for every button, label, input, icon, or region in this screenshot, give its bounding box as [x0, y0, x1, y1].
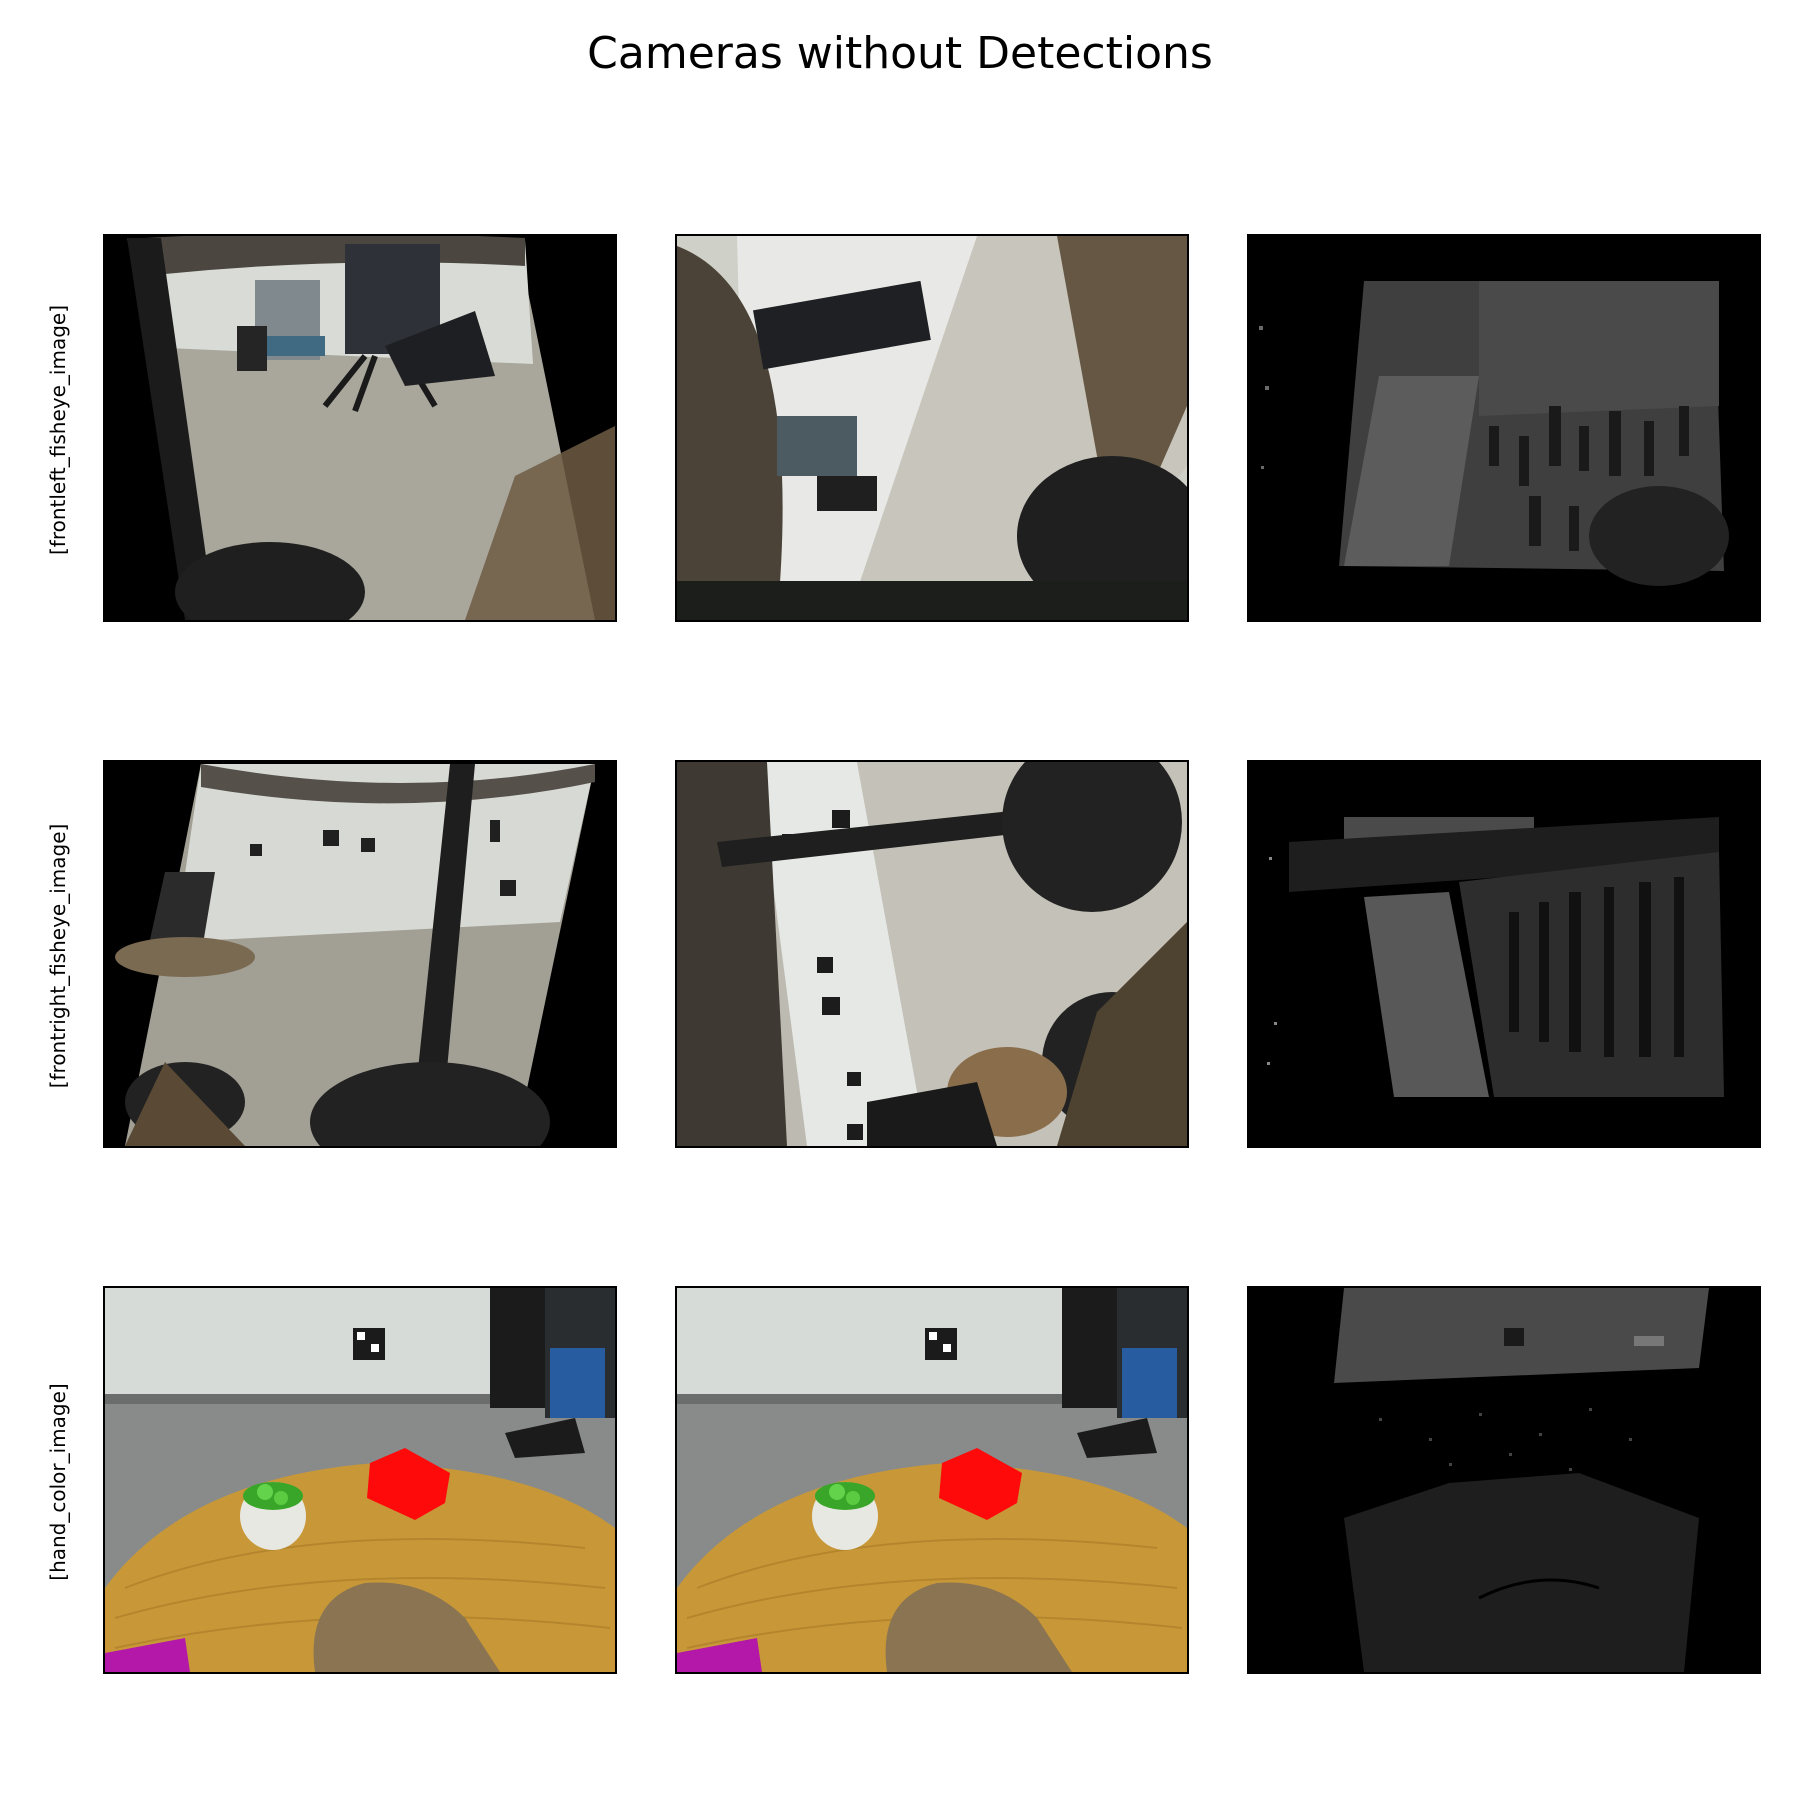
row-label-frontright-text: [frontright_fisheye_image]: [46, 823, 70, 1089]
frontright-depth-image: [1249, 762, 1759, 1146]
row-label-frontleft-text: [frontleft_fisheye_image]: [46, 304, 70, 556]
hand-depth-panel: [1247, 1286, 1761, 1674]
frontright-rotated-panel: [675, 760, 1189, 1148]
hand-color-copy-image: [677, 1288, 1187, 1672]
frontright-rotated-image: [677, 762, 1187, 1146]
frontleft-depth-panel: [1247, 234, 1761, 622]
frontleft-depth-image: [1249, 236, 1759, 620]
figure-title: Cameras without Detections: [587, 28, 1213, 79]
hand-color-copy-panel: [675, 1286, 1189, 1674]
frontright-rgb-image: [105, 762, 615, 1146]
frontleft-rotated-panel: [675, 234, 1189, 622]
row-label-hand-text: [hand_color_image]: [46, 1383, 70, 1581]
frontleft-rgb-panel: [103, 234, 617, 622]
frontright-rgb-panel: [103, 760, 617, 1148]
hand-depth-image: [1249, 1288, 1759, 1672]
frontright-depth-panel: [1247, 760, 1761, 1148]
hand-color-image: [105, 1288, 615, 1672]
frontleft-rotated-image: [677, 236, 1187, 620]
frontleft-rgb-image: [105, 236, 615, 620]
hand-color-panel: [103, 1286, 617, 1674]
